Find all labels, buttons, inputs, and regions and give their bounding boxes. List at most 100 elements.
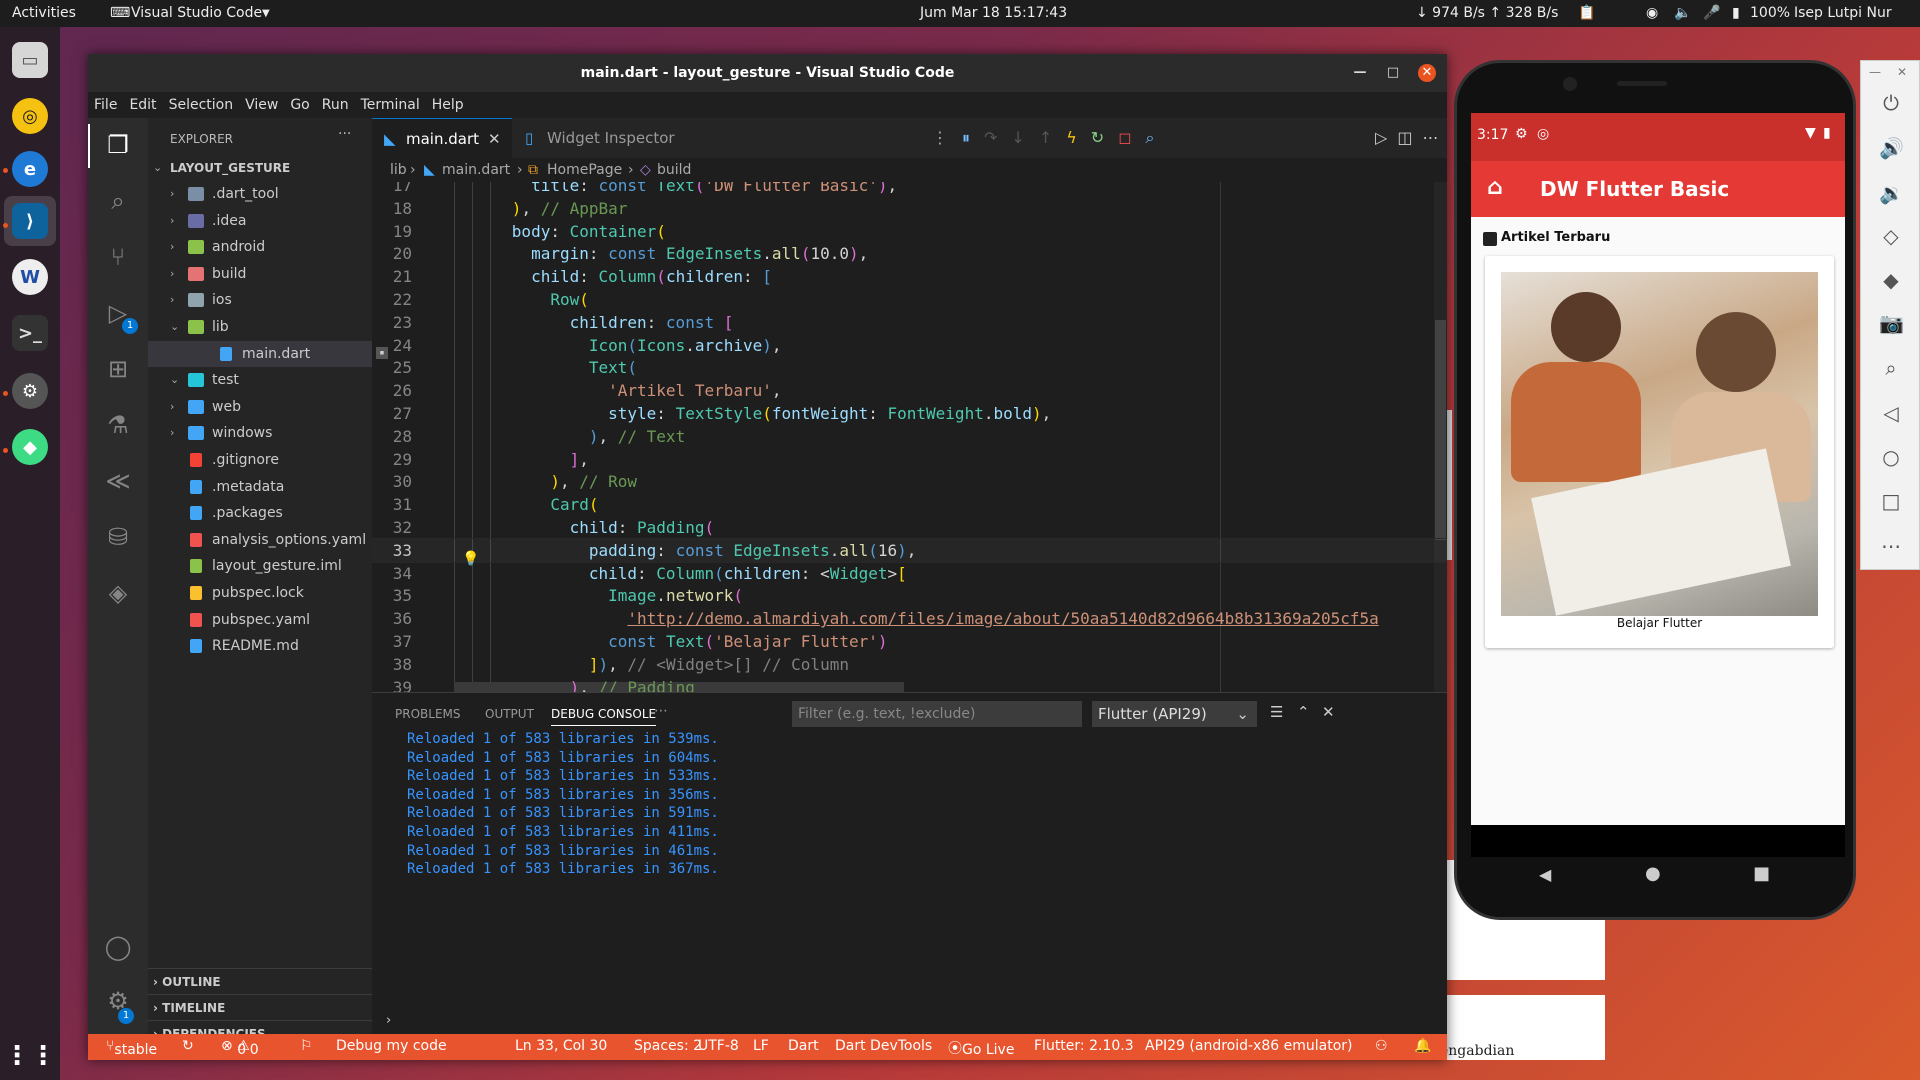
source-control-icon[interactable]: ⑂ [101, 240, 135, 274]
breadcrumb-lib[interactable]: lib [390, 158, 407, 182]
back-icon[interactable]: ◁ [1879, 401, 1903, 425]
problems-status[interactable]: ⊗ 0 ⚠ 0 [221, 1038, 259, 1058]
android-studio-icon[interactable]: ◆ [12, 429, 48, 465]
menu-edit[interactable]: Edit [129, 97, 156, 113]
home-button[interactable]: ● [1645, 863, 1661, 884]
language-mode[interactable]: Dart [788, 1038, 819, 1054]
menu-file[interactable]: File [94, 97, 117, 113]
layers-icon[interactable]: ◈ [101, 576, 135, 610]
tree-folder[interactable]: › android [148, 234, 372, 260]
writer-icon[interactable]: W [12, 259, 48, 295]
zoom-icon[interactable]: ⌕ [1879, 356, 1903, 380]
flutter-version[interactable]: Flutter: 2.10.3 [1034, 1038, 1134, 1054]
wifi-icon[interactable]: ◉ [1646, 5, 1658, 21]
power-icon[interactable]: ⏻ [1879, 91, 1903, 115]
extensions-icon[interactable]: ⊞ [101, 352, 135, 386]
clock[interactable]: Jum Mar 18 15:17:43 [920, 5, 1067, 21]
dart-devtools[interactable]: Dart DevTools [835, 1038, 932, 1054]
volume-down-icon[interactable]: 🔉 [1879, 181, 1904, 205]
app-menu[interactable]: Visual Studio Code [131, 5, 262, 21]
minimize-icon[interactable]: — [1869, 65, 1881, 79]
tree-file[interactable]: pubspec.lock [148, 580, 372, 606]
line-ending[interactable]: LF [753, 1038, 769, 1054]
close-panel-icon[interactable]: ✕ [1322, 703, 1335, 721]
settings-icon[interactable]: ⚙ [12, 373, 48, 409]
back-button[interactable]: ◀ [1539, 865, 1551, 884]
more-icon[interactable]: ⋯ [1422, 128, 1448, 147]
hot-reload-icon[interactable]: ϟ [1066, 128, 1091, 147]
flutter-icon[interactable]: ≪ [101, 464, 135, 498]
tree-folder[interactable]: › web [148, 394, 372, 420]
notifications-icon[interactable]: 🔔 [1414, 1038, 1431, 1054]
breadcrumb-method[interactable]: build [657, 158, 691, 182]
cursor-position[interactable]: Ln 33, Col 30 [515, 1038, 607, 1054]
accounts-icon[interactable]: ◯ [101, 930, 135, 964]
close-button[interactable]: ✕ [1418, 64, 1436, 82]
edge-dev-icon[interactable]: e [12, 151, 48, 187]
rhythmbox-icon[interactable]: ◎ [12, 98, 48, 134]
terminal-icon[interactable]: >_ [12, 315, 48, 351]
tab-problems[interactable]: PROBLEMS [395, 707, 461, 721]
rotate-left-icon[interactable]: ◇ [1879, 224, 1903, 248]
encoding[interactable]: UTF-8 [698, 1038, 739, 1054]
device-status[interactable]: API29 (android-x86 emulator) [1145, 1038, 1352, 1054]
rotate-right-icon[interactable]: ◆ [1879, 268, 1903, 292]
tree-file[interactable]: .packages [148, 500, 372, 526]
tab-output[interactable]: OUTPUT [485, 707, 534, 721]
clipboard-icon[interactable]: 📋 [1578, 5, 1595, 21]
article-card[interactable]: Belajar Flutter [1485, 256, 1834, 648]
testing-icon[interactable]: ⚗ [101, 408, 135, 442]
recents-button[interactable]: ■ [1753, 863, 1770, 884]
tree-file[interactable]: analysis_options.yaml [148, 527, 372, 553]
home-icon[interactable]: ○ [1879, 445, 1903, 469]
tab-main-dart[interactable]: ◣ main.dart ✕ [372, 118, 512, 158]
menu-help[interactable]: Help [432, 97, 464, 113]
inspect-icon[interactable]: ⌕ [1145, 128, 1168, 147]
menu-terminal[interactable]: Terminal [361, 97, 420, 113]
debug-icon[interactable]: ⚐ [300, 1038, 313, 1054]
console-prompt-icon[interactable]: › [386, 1013, 391, 1028]
close-tab-icon[interactable]: ✕ [488, 119, 501, 159]
more-options-icon[interactable]: ⋯ [1879, 534, 1903, 558]
tree-file[interactable]: .metadata [148, 474, 372, 500]
user-name[interactable]: Isep Lutpi Nur [1794, 5, 1892, 21]
overview-icon[interactable]: □ [1879, 489, 1903, 513]
fold-icon[interactable]: ▪ [376, 347, 388, 359]
step-out-icon[interactable]: ↑ [1039, 128, 1066, 147]
volume-icon[interactable]: 🔈 [1674, 5, 1691, 21]
branch-status[interactable]: ⑂ stable [106, 1038, 157, 1058]
tab-widget-inspector[interactable]: ▯ Widget Inspector [513, 118, 683, 158]
debug-config[interactable]: Debug my code [336, 1038, 447, 1054]
breadcrumb-class[interactable]: HomePage [547, 158, 622, 182]
tree-folder[interactable]: ⌄ test [148, 367, 372, 393]
show-apps-icon[interactable]: ⋮⋮ [4, 1038, 56, 1074]
maximize-button[interactable]: □ [1384, 64, 1402, 82]
timeline-section[interactable]: › TIMELINE [148, 994, 372, 1020]
search-icon[interactable]: ⌕ [101, 184, 135, 218]
tree-file[interactable]: pubspec.yaml [148, 607, 372, 633]
drag-handle-icon[interactable]: ⋮ [932, 128, 962, 147]
tab-debug-console[interactable]: DEBUG CONSOLE [551, 707, 657, 726]
minimize-button[interactable]: — [1351, 64, 1369, 82]
menu-run[interactable]: Run [322, 97, 349, 113]
indentation[interactable]: Spaces: 2 [634, 1038, 702, 1054]
database-icon[interactable]: ⛁ [101, 520, 135, 554]
volume-up-icon[interactable]: 🔊 [1879, 136, 1904, 160]
tree-folder[interactable]: › windows [148, 420, 372, 446]
tree-folder[interactable]: › build [148, 261, 372, 287]
lightbulb-icon[interactable]: 💡 [462, 551, 479, 567]
split-editor-icon[interactable]: ◫ [1397, 128, 1422, 147]
project-root[interactable]: ⌄ LAYOUT_GESTURE [148, 155, 372, 181]
filter-input[interactable]: Filter (e.g. text, !exclude) [792, 701, 1082, 727]
files-icon[interactable]: ▭ [12, 42, 48, 78]
go-live[interactable]: ⦿ Go Live [948, 1038, 1014, 1058]
menu-selection[interactable]: Selection [169, 97, 234, 113]
code-editor[interactable]: 17 title: const Text('DW Flutter Basic')… [372, 182, 1447, 692]
tree-file[interactable]: README.md [148, 633, 372, 659]
menu-view[interactable]: View [245, 97, 278, 113]
step-over-icon[interactable]: ↷ [984, 128, 1011, 147]
sync-icon[interactable]: ↻ [182, 1038, 194, 1054]
tree-file[interactable]: layout_gesture.iml [148, 553, 372, 579]
mic-icon[interactable]: 🎤 [1703, 5, 1720, 21]
feedback-icon[interactable]: ⚇ [1375, 1038, 1388, 1054]
